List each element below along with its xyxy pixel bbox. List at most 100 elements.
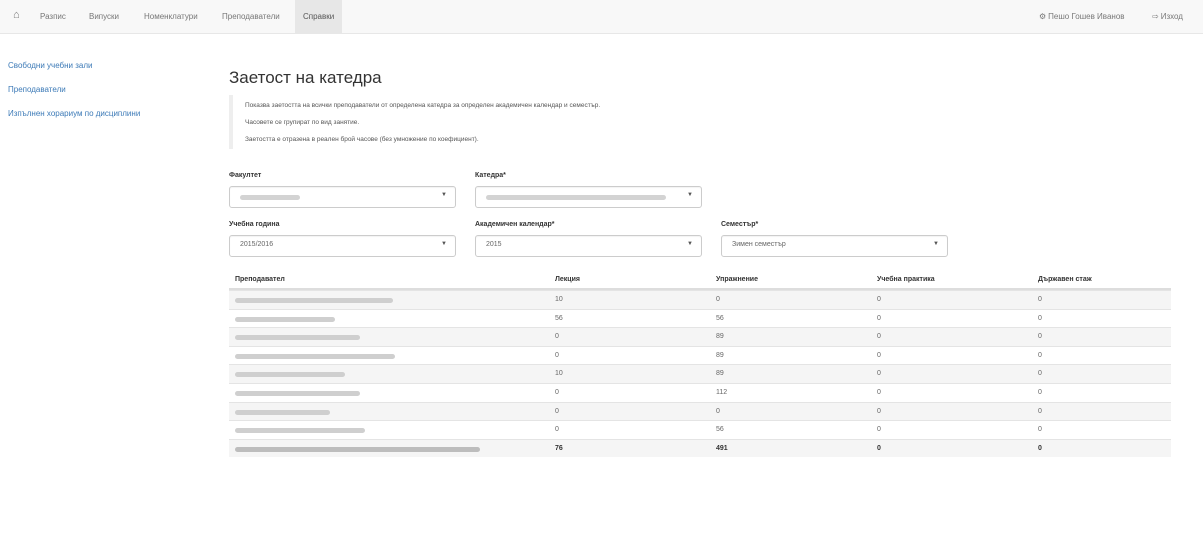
teacher-name-redacted [235,335,360,341]
column-header-lecture: Лекция [555,276,580,283]
lecture-total-cell: 76 [555,444,563,452]
nav-item-teachers[interactable]: Преподаватели [222,0,280,33]
calendar-value: 2015 [486,241,502,248]
calendar-select[interactable]: 2015 ▼ [475,235,702,257]
department-name-redacted [235,446,480,452]
sidebar-item-completed-hours[interactable]: Изпълнен хорариум по дисциплини [8,108,198,120]
logout-icon: ⇨ [1152,12,1159,21]
teacher-name-redacted [235,390,360,396]
semester-value: Зимен семестър [732,241,786,248]
year-value: 2015/2016 [240,241,274,248]
teacher-name-redacted [235,428,365,434]
department-value-redacted [486,195,666,200]
exercise-cell: 0 [716,407,720,415]
chevron-down-icon: ▼ [687,192,693,198]
sidebar: Свободни учебни зали Преподаватели Изпъл… [8,60,198,132]
table-row: 0 89 0 0 [229,327,1171,346]
internship-cell: 0 [1038,351,1042,359]
practice-cell: 0 [877,351,881,359]
exercise-cell: 0 [716,296,720,303]
lecture-cell: 0 [555,388,559,396]
faculty-select[interactable]: ▼ [229,186,456,208]
chevron-down-icon: ▼ [933,241,939,247]
lecture-cell: 0 [555,333,559,341]
chevron-down-icon: ▼ [441,192,447,198]
teacher-name-redacted [235,298,393,303]
logout-button[interactable]: ⇨ Изход [1152,0,1183,33]
practice-cell: 0 [877,314,881,322]
teacher-name-redacted [235,372,345,378]
user-name: Пешо Гошев Иванов [1048,12,1125,21]
semester-label: Семестър* [721,221,759,228]
exercise-cell: 56 [716,314,724,322]
exercise-cell: 112 [716,388,728,396]
table-header: Преподавател Лекция Упражнение Учебна пр… [229,272,1171,290]
nav-item-nomenclatures[interactable]: Номенклатури [144,0,198,33]
gear-icon: ⚙ [1039,12,1047,21]
logout-label: Изход [1160,12,1183,21]
info-line: Часовете се групират по вид занятие. [245,119,360,126]
lecture-cell: 0 [555,407,559,415]
practice-cell: 0 [877,388,881,396]
home-icon[interactable]: ⌂ [13,9,25,21]
table-total-row: 76 491 0 0 [229,438,1171,458]
column-header-teacher: Преподавател [235,276,285,283]
practice-cell: 0 [877,426,881,434]
exercise-cell: 89 [716,351,724,359]
nav-item-releases[interactable]: Випуски [89,0,119,33]
exercise-cell: 56 [716,426,724,434]
internship-cell: 0 [1038,426,1042,434]
lecture-cell: 0 [555,351,559,359]
department-label: Катедра* [475,172,506,179]
department-select[interactable]: ▼ [475,186,702,208]
calendar-label: Академичен календар* [475,221,555,228]
sidebar-item-teachers[interactable]: Преподаватели [8,84,198,96]
practice-cell: 0 [877,333,881,341]
table-row: 10 89 0 0 [229,364,1171,383]
faculty-label: Факултет [229,172,262,179]
table-row: 56 56 0 0 [229,308,1171,328]
info-line: Заетостта е отразена в реален брой часов… [245,136,479,143]
table-row: 0 0 0 0 [229,401,1171,421]
table-row: 10 0 0 0 [229,290,1171,309]
internship-total-cell: 0 [1038,444,1042,452]
practice-cell: 0 [877,407,881,415]
lecture-cell: 0 [555,426,559,434]
teacher-name-redacted [235,316,335,322]
nav-item-reports[interactable]: Справки [295,0,343,33]
year-select[interactable]: 2015/2016 ▼ [229,235,456,257]
internship-cell: 0 [1038,333,1042,341]
sidebar-item-free-rooms[interactable]: Свободни учебни зали [8,60,198,72]
column-header-practice: Учебна практика [877,276,935,283]
internship-cell: 0 [1038,314,1042,322]
page-title: Заетост на катедра [229,68,382,87]
internship-cell: 0 [1038,388,1042,396]
exercise-cell: 89 [716,370,724,378]
lecture-cell: 10 [555,296,563,303]
semester-select[interactable]: Зимен семестър ▼ [721,235,948,257]
info-line: Показва заетостта на всички преподавател… [245,102,601,109]
practice-cell: 0 [877,370,881,378]
practice-total-cell: 0 [877,444,881,452]
teacher-name-redacted [235,409,330,415]
column-header-internship: Държавен стаж [1038,276,1092,283]
workload-table: Преподавател Лекция Упражнение Учебна пр… [229,272,1171,458]
chevron-down-icon: ▼ [687,241,693,247]
exercise-total-cell: 491 [716,444,728,452]
user-menu[interactable]: ⚙ Пешо Гошев Иванов [1039,0,1125,33]
exercise-cell: 89 [716,333,724,341]
chevron-down-icon: ▼ [441,241,447,247]
top-navbar: ⌂ Разпис Випуски Номенклатури Преподават… [0,0,1203,34]
internship-cell: 0 [1038,407,1042,415]
practice-cell: 0 [877,296,881,303]
teacher-name-redacted [235,353,395,359]
table-row: 0 89 0 0 [229,345,1171,365]
info-callout: Показва заетостта на всички преподавател… [229,95,789,149]
column-header-exercise: Упражнение [716,276,758,283]
faculty-value-redacted [240,195,300,200]
internship-cell: 0 [1038,296,1042,303]
table-row: 0 56 0 0 [229,420,1171,439]
nav-item-schedule[interactable]: Разпис [40,0,66,33]
internship-cell: 0 [1038,370,1042,378]
lecture-cell: 56 [555,314,563,322]
